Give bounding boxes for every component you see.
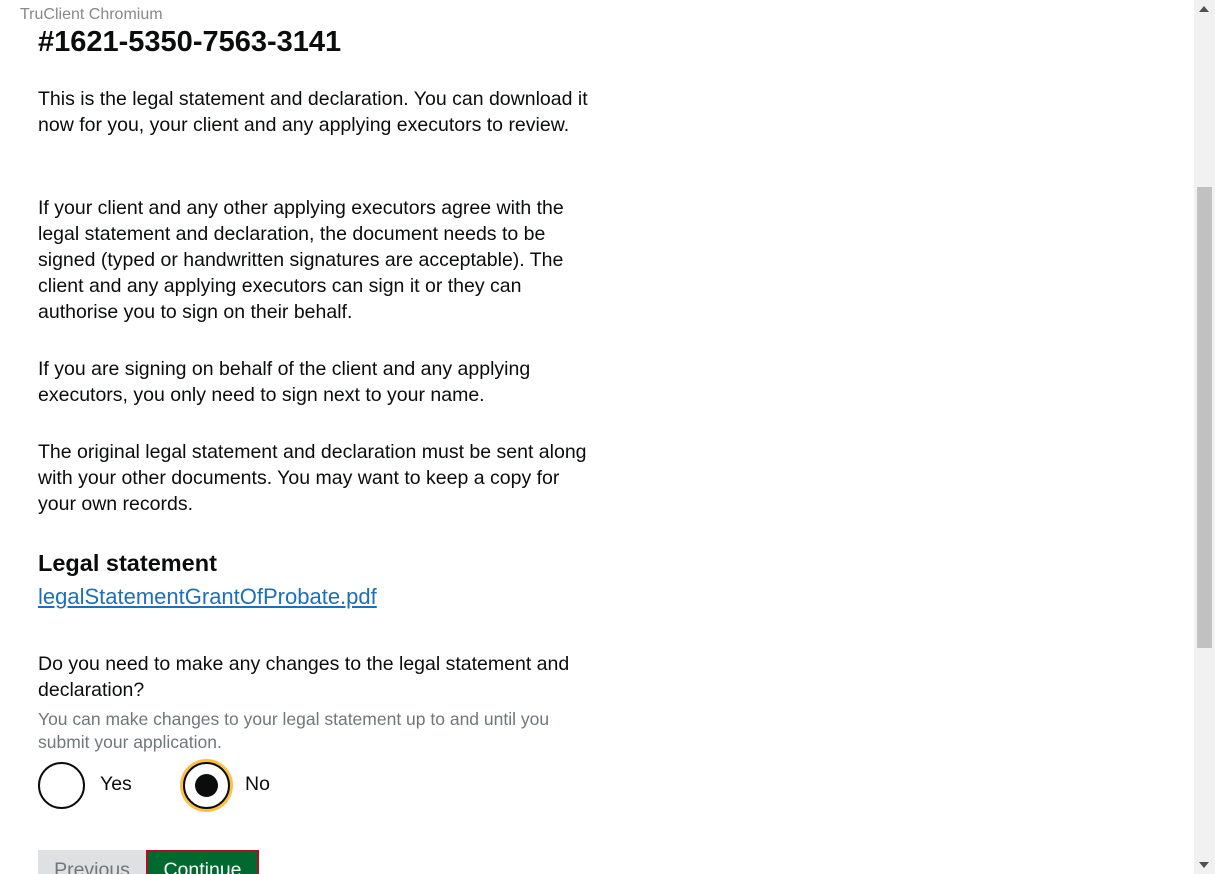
behalf-paragraph: If you are signing on behalf of the clie… bbox=[38, 358, 531, 406]
continue-button[interactable]: Continue bbox=[146, 850, 259, 874]
browser-title: TruClient Chromium bbox=[20, 6, 163, 23]
changes-radio-group: Yes No bbox=[38, 762, 338, 810]
original-document-paragraph: The original legal statement and declara… bbox=[38, 441, 587, 515]
radio-no-selected[interactable] bbox=[183, 762, 230, 809]
radio-yes-label[interactable]: Yes bbox=[100, 773, 132, 796]
signing-paragraph: If your client and any other applying ex… bbox=[38, 197, 564, 323]
radio-selected-dot-icon bbox=[195, 774, 218, 797]
changes-hint: You can make changes to your legal state… bbox=[38, 709, 550, 752]
legal-statement-heading: Legal statement bbox=[38, 550, 217, 576]
intro-paragraph: This is the legal statement and declarat… bbox=[38, 88, 588, 136]
previous-button[interactable]: Previous bbox=[38, 850, 146, 874]
legal-statement-download-link[interactable]: legalStatementGrantOfProbate.pdf bbox=[38, 584, 377, 610]
scroll-up-arrow-icon[interactable] bbox=[1199, 6, 1209, 12]
radio-no-label[interactable]: No bbox=[245, 773, 270, 796]
case-number-heading: #1621-5350-7563-3141 bbox=[38, 26, 342, 58]
vertical-scrollbar[interactable] bbox=[1194, 0, 1215, 874]
scrollbar-thumb[interactable] bbox=[1197, 187, 1212, 648]
radio-yes[interactable] bbox=[38, 762, 85, 809]
scroll-down-arrow-icon[interactable] bbox=[1199, 862, 1209, 868]
changes-question: Do you need to make any changes to the l… bbox=[38, 653, 570, 701]
